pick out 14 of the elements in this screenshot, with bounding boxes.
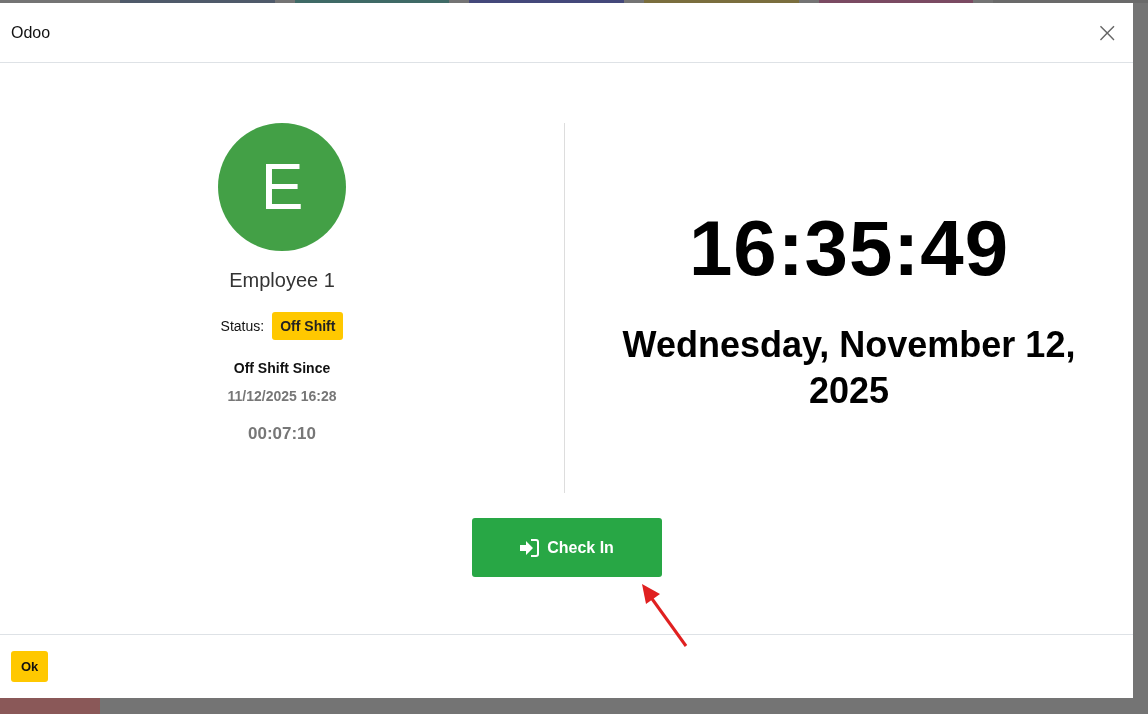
status-label: Status: [220,318,265,334]
elapsed-time: 00:07:10 [247,424,317,444]
avatar: E [218,123,346,251]
employee-name: Employee 1 [229,269,335,292]
sign-in-icon [519,538,540,557]
ok-button[interactable]: Ok [11,651,49,682]
close-button[interactable]: × [1093,18,1121,47]
clock-date: Wednesday, November 12, 2025 [621,323,1077,413]
clock-time: 16:35:49 [688,203,1010,294]
since-timestamp: 11/12/2025 16:28 [227,388,337,404]
status-badge: Off Shift [272,312,344,340]
check-in-button[interactable]: Check In [471,518,662,577]
since-label: Off Shift Since [233,360,331,376]
dialog-title: Odoo [11,23,51,42]
